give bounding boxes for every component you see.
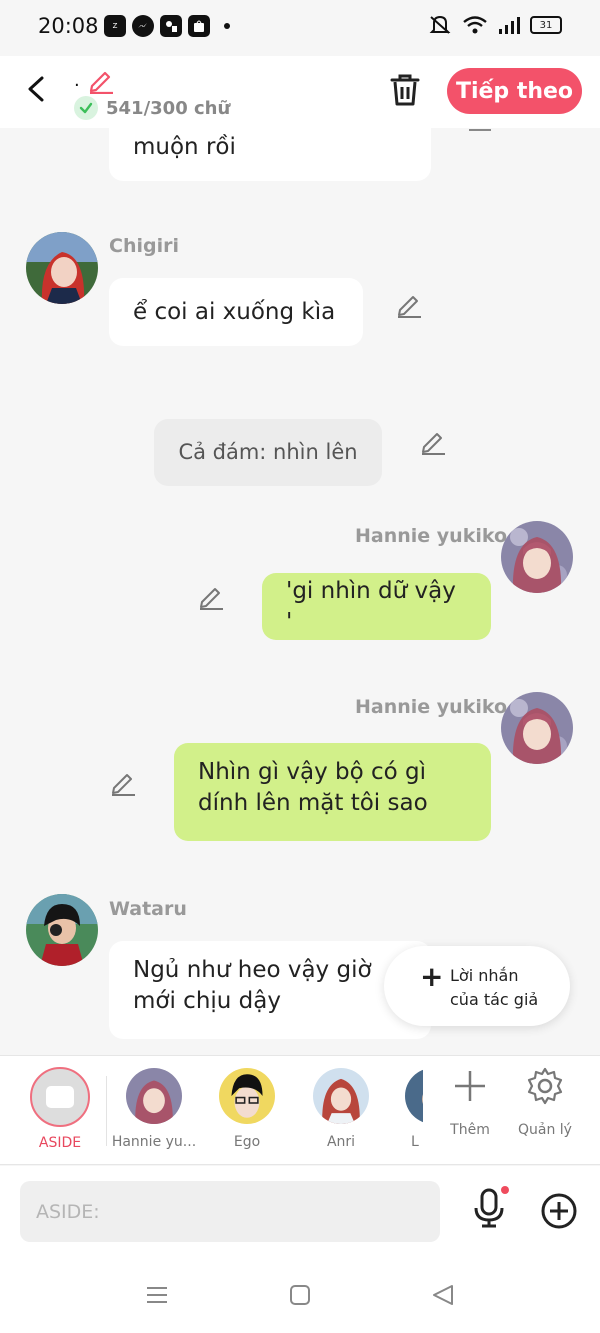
trash-icon-overlay[interactable] bbox=[388, 72, 422, 108]
sender-name: Chigiri bbox=[109, 235, 179, 257]
input-row bbox=[0, 1166, 600, 1256]
aside-icon bbox=[30, 1067, 90, 1127]
character-ego[interactable]: Ego bbox=[202, 1068, 292, 1150]
message-line: Nhìn gì vậy bộ có gì bbox=[198, 759, 426, 785]
avatar-chigiri[interactable] bbox=[26, 232, 98, 304]
avatar bbox=[126, 1068, 182, 1124]
add-circle-icon[interactable] bbox=[540, 1192, 578, 1230]
mute-icon bbox=[429, 15, 451, 34]
status-bar: 20:08 Z 31 bbox=[0, 0, 600, 56]
message-text: 'gi nhìn dữ vậy ' bbox=[286, 577, 456, 635]
message-line: dính lên mặt tôi sao bbox=[198, 790, 428, 816]
character-aside[interactable]: ASIDE bbox=[15, 1067, 105, 1151]
more-label: Thêm bbox=[450, 1122, 490, 1138]
avatar-hannie[interactable] bbox=[501, 692, 573, 764]
message-line: Ngủ như heo vậy giờ bbox=[133, 957, 372, 983]
plus-icon bbox=[455, 1071, 485, 1101]
messenger-icon bbox=[132, 15, 154, 37]
back-button-overlay[interactable] bbox=[22, 72, 54, 106]
status-time: 20:08 bbox=[38, 14, 99, 38]
sender-name: Hannie yukiko bbox=[355, 696, 508, 718]
message-bubble[interactable]: Nhìn gì vậy bộ có gì dính lên mặt tôi sa… bbox=[174, 743, 491, 841]
microphone-icon[interactable] bbox=[470, 1186, 510, 1230]
message-bubble[interactable]: 'gi nhìn dữ vậy ' bbox=[262, 573, 491, 640]
author-note-label: của tác giả bbox=[450, 990, 539, 1009]
menu-icon[interactable] bbox=[144, 1282, 170, 1308]
word-count-overlay: 541/300 chữ bbox=[74, 96, 230, 120]
character-label: Ego bbox=[233, 1134, 261, 1150]
divider bbox=[106, 1076, 107, 1146]
character-label: Anri bbox=[326, 1134, 356, 1150]
avatar bbox=[313, 1068, 369, 1124]
wifi-icon bbox=[463, 16, 487, 34]
avatar bbox=[405, 1068, 423, 1124]
home-icon[interactable] bbox=[287, 1282, 313, 1308]
edit-message-icon[interactable] bbox=[418, 427, 448, 455]
message-text: ể coi ai xuống kìa bbox=[133, 298, 336, 325]
notification-dot bbox=[224, 23, 230, 29]
character-bar: ASIDE Hannie yu... Ego Anri L Thêm Quản … bbox=[0, 1055, 600, 1165]
edit-message-icon[interactable] bbox=[108, 768, 138, 796]
character-l[interactable]: L bbox=[383, 1068, 423, 1150]
character-label: L bbox=[411, 1134, 419, 1150]
edit-message-icon[interactable] bbox=[394, 290, 424, 318]
zalo-icon: Z bbox=[104, 15, 126, 37]
author-note-label: Lời nhắn bbox=[450, 966, 519, 985]
story-title-overlay: . bbox=[74, 70, 80, 91]
message-bubble[interactable]: ể coi ai xuống kìa bbox=[109, 278, 363, 346]
character-label: ASIDE bbox=[38, 1135, 82, 1151]
edit-message-icon[interactable] bbox=[196, 582, 226, 610]
message-input[interactable] bbox=[20, 1181, 440, 1242]
edit-title-icon-overlay[interactable] bbox=[86, 66, 116, 94]
narration-bubble[interactable]: Cả đám: nhìn lên bbox=[154, 419, 382, 486]
battery-icon: 31 bbox=[530, 16, 562, 34]
manage-label: Quản lý bbox=[518, 1122, 572, 1138]
avatar bbox=[219, 1068, 275, 1124]
check-icon bbox=[74, 96, 98, 120]
avatar-hannie[interactable] bbox=[501, 521, 573, 593]
more-button[interactable]: Thêm bbox=[430, 1066, 510, 1138]
shopee-icon bbox=[188, 15, 210, 37]
message-bubble[interactable]: Ngủ như heo vậy giờ mới chịu dậy bbox=[109, 941, 431, 1039]
narration-text: Cả đám: nhìn lên bbox=[178, 440, 358, 464]
character-anri[interactable]: Anri bbox=[296, 1068, 386, 1150]
author-note-button[interactable]: + Lời nhắn của tác giả bbox=[384, 946, 570, 1026]
edit-message-icon[interactable] bbox=[465, 128, 495, 156]
character-hannie[interactable]: Hannie yu... bbox=[109, 1068, 199, 1150]
avatar-wataru[interactable] bbox=[26, 894, 98, 966]
status-right: 31 bbox=[428, 14, 562, 36]
facebook-icon bbox=[160, 15, 182, 37]
message-text: muộn rồi bbox=[133, 134, 236, 160]
character-label: Hannie yu... bbox=[111, 1134, 197, 1150]
system-nav-bar bbox=[0, 1256, 600, 1333]
sender-name: Wataru bbox=[109, 898, 187, 920]
manage-button[interactable]: Quản lý bbox=[505, 1066, 585, 1138]
back-nav-icon[interactable] bbox=[430, 1282, 456, 1308]
sender-name: Hannie yukiko bbox=[355, 525, 508, 547]
gear-icon bbox=[527, 1067, 563, 1105]
next-button-overlay[interactable]: Tiếp theo bbox=[447, 68, 582, 114]
status-app-icons: Z bbox=[104, 15, 230, 37]
word-count-text: 541/300 chữ bbox=[106, 97, 231, 119]
plus-icon: + bbox=[420, 960, 444, 993]
signal-icon bbox=[499, 17, 520, 34]
message-line: mới chịu dậy bbox=[133, 988, 281, 1014]
